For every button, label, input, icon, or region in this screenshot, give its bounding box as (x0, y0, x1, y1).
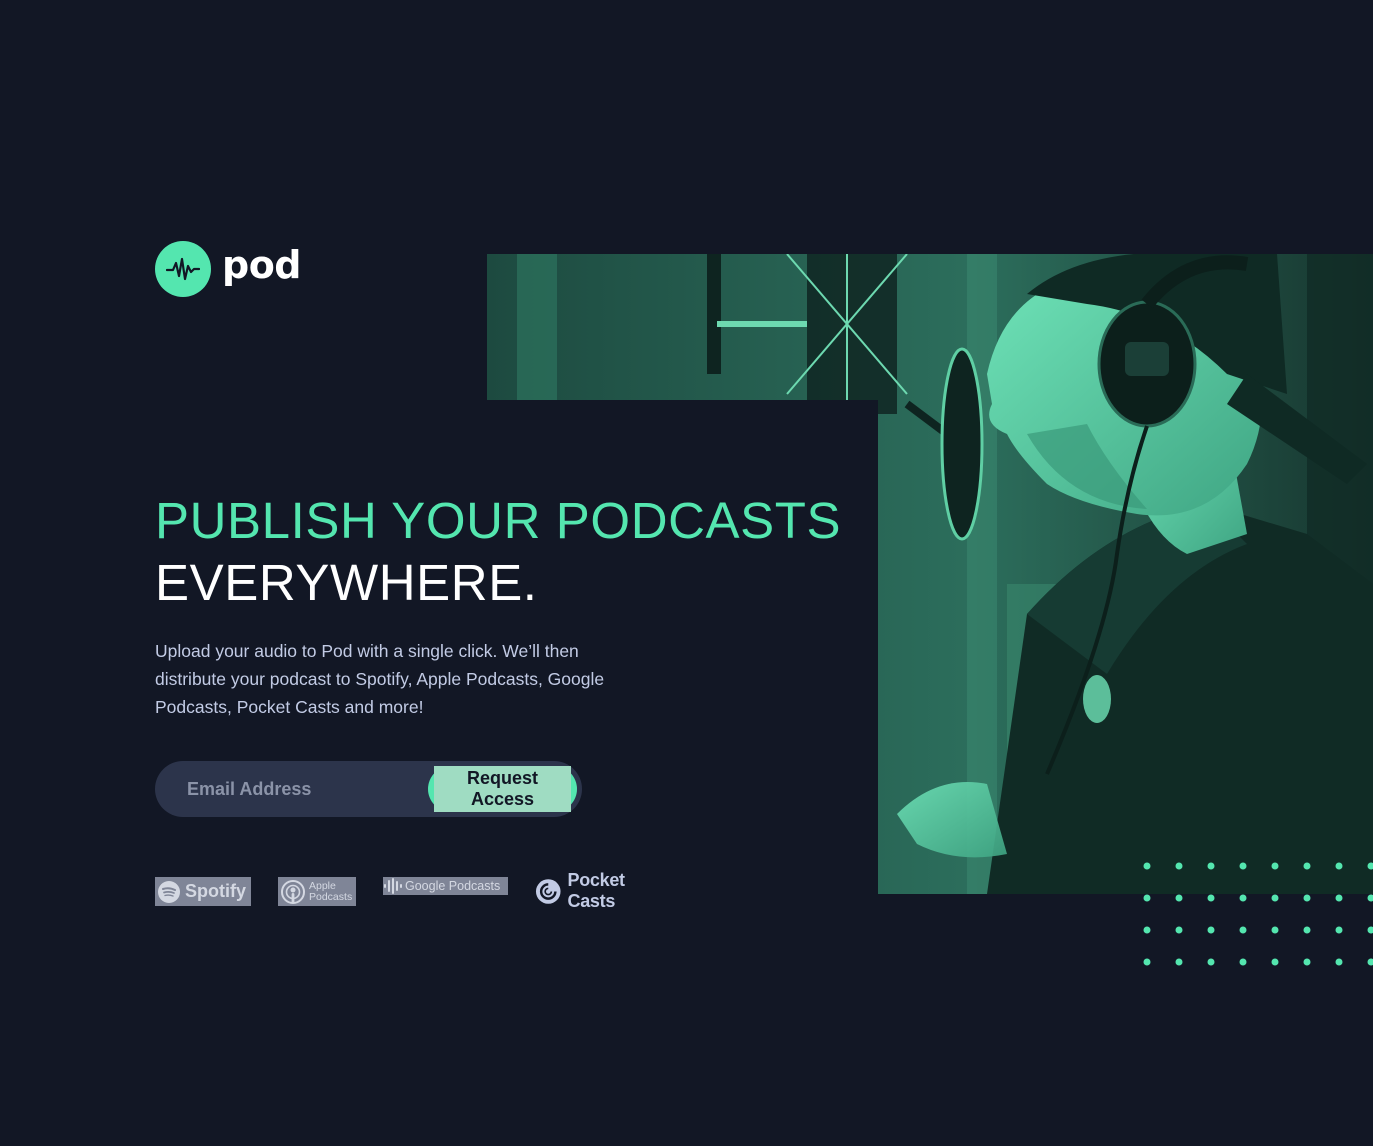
google-podcasts-label: Google Podcasts (405, 879, 501, 893)
headline-accent: PUBLISH YOUR PODCASTS (155, 492, 842, 549)
spotify-label: Spotify (185, 881, 246, 901)
pattern-dot (1143, 958, 1151, 966)
pattern-dot (1175, 926, 1183, 934)
pattern-dot (1271, 862, 1279, 870)
pattern-dot (1239, 862, 1247, 870)
pattern-dot (1271, 894, 1279, 902)
pocket-casts-label: Pocket Casts (567, 870, 626, 911)
brand-logo[interactable]: pod (155, 241, 302, 297)
pocket-casts-logo: Pocket Casts (535, 870, 675, 911)
pattern-dot (1143, 926, 1151, 934)
pattern-dot (1239, 894, 1247, 902)
pattern-dot (1303, 958, 1311, 966)
email-input[interactable] (187, 761, 428, 817)
pattern-dot (1207, 958, 1215, 966)
pocket-casts-icon (535, 878, 561, 904)
pattern-dot (1143, 894, 1151, 902)
pattern-dot (1367, 926, 1373, 934)
request-access-label: Request Access (434, 766, 571, 812)
pattern-dot (1239, 958, 1247, 966)
pattern-dot (1367, 894, 1373, 902)
pattern-dot (1367, 862, 1373, 870)
waveform-icon (155, 241, 211, 297)
pattern-dot (1367, 958, 1373, 966)
request-access-button[interactable]: Request Access (428, 766, 577, 812)
landing-page: pod PUBLISH YOUR PODCASTS EVERYWHERE. Up… (0, 0, 1373, 1146)
apple-label-line2: Podcasts (309, 890, 353, 903)
google-podcasts-logo: Google Podcasts (383, 877, 508, 895)
pattern-dot (1175, 894, 1183, 902)
spotify-icon (158, 880, 180, 903)
dot-pattern (1139, 858, 1373, 974)
pattern-dot (1143, 862, 1151, 870)
pattern-dot (1335, 894, 1343, 902)
platform-logos: Spotify Apple Podcasts Google Podcasts P… (155, 870, 675, 912)
pattern-dot (1207, 862, 1215, 870)
brand-name: pod (222, 243, 302, 287)
pattern-dot (1207, 926, 1215, 934)
hero-description: Upload your audio to Pod with a single c… (155, 641, 605, 717)
pattern-dot (1175, 958, 1183, 966)
pattern-dot (1239, 926, 1247, 934)
pattern-dot (1335, 862, 1343, 870)
hero-headline: PUBLISH YOUR PODCASTS EVERYWHERE. (155, 490, 841, 614)
google-podcasts-icon (384, 878, 402, 894)
pattern-dot (1207, 894, 1215, 902)
pattern-dot (1335, 926, 1343, 934)
apple-podcasts-logo: Apple Podcasts (278, 877, 356, 906)
headline-plain: EVERYWHERE. (155, 554, 538, 611)
pattern-dot (1271, 958, 1279, 966)
apple-podcasts-icon (281, 879, 305, 904)
apple-label-line1: Apple (309, 879, 336, 892)
pattern-dot (1335, 958, 1343, 966)
pattern-dot (1271, 926, 1279, 934)
request-access-form: Request Access (155, 761, 582, 817)
pattern-dot (1303, 862, 1311, 870)
pattern-dot (1303, 926, 1311, 934)
spotify-logo: Spotify (155, 877, 251, 906)
pattern-dot (1175, 862, 1183, 870)
pattern-dot (1303, 894, 1311, 902)
